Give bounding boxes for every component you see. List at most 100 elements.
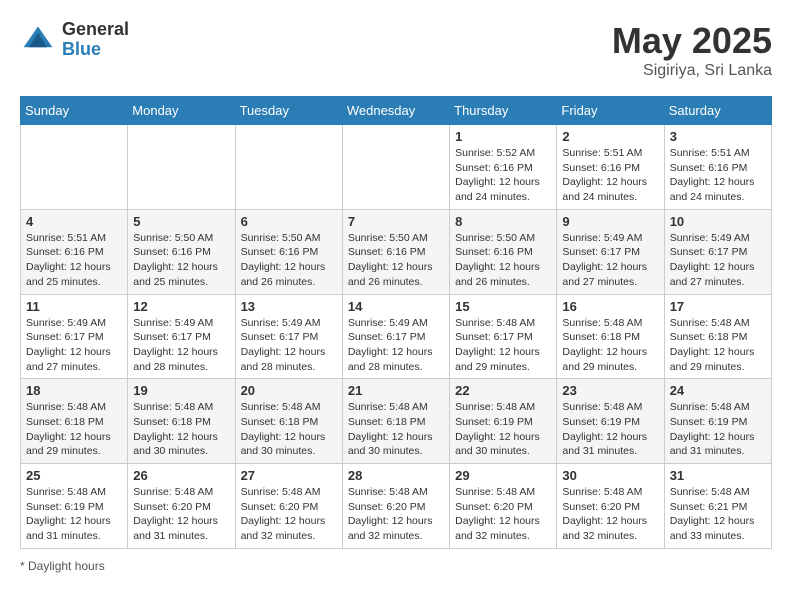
day-info: Sunrise: 5:49 AM Sunset: 6:17 PM Dayligh… (670, 231, 766, 290)
day-number: 15 (455, 299, 551, 314)
calendar-cell: 5 Sunrise: 5:50 AM Sunset: 6:16 PM Daylig… (128, 209, 235, 294)
day-number: 6 (241, 214, 337, 229)
calendar-cell: 16 Sunrise: 5:48 AM Sunset: 6:18 PM Dayli… (557, 294, 664, 379)
day-number: 17 (670, 299, 766, 314)
day-number: 12 (133, 299, 229, 314)
day-number: 2 (562, 129, 658, 144)
logo-general-text: General (62, 20, 129, 40)
calendar-cell (21, 125, 128, 210)
day-info: Sunrise: 5:48 AM Sunset: 6:18 PM Dayligh… (241, 400, 337, 459)
calendar-cell: 14Sunrise: 5:49 AM Sunset: 6:17 PM Dayli… (342, 294, 449, 379)
week-row-2: 11 Sunrise: 5:49 AM Sunset: 6:17 PM Dayli… (21, 294, 772, 379)
day-info: Sunrise: 5:48 AM Sunset: 6:18 PM Dayligh… (133, 400, 229, 459)
day-headers-row: SundayMondayTuesdayWednesdayThursdayFrid… (21, 97, 772, 125)
day-number: 20 (241, 383, 337, 398)
day-number: 3 (670, 129, 766, 144)
day-number: 18 (26, 383, 122, 398)
calendar-cell: 29Sunrise: 5:48 AM Sunset: 6:20 PM Dayli… (450, 464, 557, 549)
day-number: 16 (562, 299, 658, 314)
day-info: Sunrise: 5:48 AM Sunset: 6:17 PM Dayligh… (455, 316, 551, 375)
logo-icon (20, 22, 56, 58)
calendar-cell (128, 125, 235, 210)
day-info: Sunrise: 5:48 AM Sunset: 6:19 PM Dayligh… (455, 400, 551, 459)
day-number: 4 (26, 214, 122, 229)
calendar-cell: 17 Sunrise: 5:48 AM Sunset: 6:18 PM Dayli… (664, 294, 771, 379)
month-title: May 2025 (612, 20, 772, 62)
day-header-sunday: Sunday (21, 97, 128, 125)
day-number: 31 (670, 468, 766, 483)
day-number: 30 (562, 468, 658, 483)
calendar-cell: 22 Sunrise: 5:48 AM Sunset: 6:19 PM Dayli… (450, 379, 557, 464)
calendar-cell: 6 Sunrise: 5:50 AM Sunset: 6:16 PM Daylig… (235, 209, 342, 294)
calendar-cell: 10 Sunrise: 5:49 AM Sunset: 6:17 PM Dayli… (664, 209, 771, 294)
day-info: Sunrise: 5:49 AM Sunset: 6:17 PM Dayligh… (133, 316, 229, 375)
calendar-cell: 27Sunrise: 5:48 AM Sunset: 6:20 PM Dayli… (235, 464, 342, 549)
day-header-friday: Friday (557, 97, 664, 125)
day-info: Sunrise: 5:49 AM Sunset: 6:17 PM Dayligh… (26, 316, 122, 375)
week-row-0: 1Sunrise: 5:52 AM Sunset: 6:16 PM Daylig… (21, 125, 772, 210)
week-row-1: 4 Sunrise: 5:51 AM Sunset: 6:16 PM Daylig… (21, 209, 772, 294)
calendar-cell: 25 Sunrise: 5:48 AM Sunset: 6:19 PM Dayli… (21, 464, 128, 549)
day-number: 10 (670, 214, 766, 229)
calendar-cell (235, 125, 342, 210)
calendar-cell: 3 Sunrise: 5:51 AM Sunset: 6:16 PM Daylig… (664, 125, 771, 210)
day-number: 9 (562, 214, 658, 229)
calendar-cell: 26Sunrise: 5:48 AM Sunset: 6:20 PM Dayli… (128, 464, 235, 549)
day-number: 1 (455, 129, 551, 144)
day-number: 21 (348, 383, 444, 398)
day-number: 22 (455, 383, 551, 398)
daylight-hours-label: Daylight hours (28, 559, 105, 573)
week-row-4: 25 Sunrise: 5:48 AM Sunset: 6:19 PM Dayli… (21, 464, 772, 549)
day-number: 11 (26, 299, 122, 314)
calendar-cell: 18 Sunrise: 5:48 AM Sunset: 6:18 PM Dayli… (21, 379, 128, 464)
calendar-cell: 28 Sunrise: 5:48 AM Sunset: 6:20 PM Dayli… (342, 464, 449, 549)
day-number: 25 (26, 468, 122, 483)
calendar-cell: 13 Sunrise: 5:49 AM Sunset: 6:17 PM Dayli… (235, 294, 342, 379)
day-number: 19 (133, 383, 229, 398)
calendar-cell: 15 Sunrise: 5:48 AM Sunset: 6:17 PM Dayli… (450, 294, 557, 379)
day-info: Sunrise: 5:48 AM Sunset: 6:19 PM Dayligh… (26, 485, 122, 544)
day-info: Sunrise: 5:48 AM Sunset: 6:20 PM Dayligh… (241, 485, 337, 544)
calendar-cell: 12 Sunrise: 5:49 AM Sunset: 6:17 PM Dayli… (128, 294, 235, 379)
day-info: Sunrise: 5:48 AM Sunset: 6:19 PM Dayligh… (670, 400, 766, 459)
day-number: 23 (562, 383, 658, 398)
location-title: Sigiriya, Sri Lanka (612, 62, 772, 80)
calendar-cell: 7Sunrise: 5:50 AM Sunset: 6:16 PM Daylig… (342, 209, 449, 294)
calendar-cell: 21 Sunrise: 5:48 AM Sunset: 6:18 PM Dayli… (342, 379, 449, 464)
logo-blue-text: Blue (62, 40, 129, 60)
day-info: Sunrise: 5:48 AM Sunset: 6:18 PM Dayligh… (562, 316, 658, 375)
day-info: Sunrise: 5:48 AM Sunset: 6:18 PM Dayligh… (670, 316, 766, 375)
day-number: 28 (348, 468, 444, 483)
day-info: Sunrise: 5:48 AM Sunset: 6:20 PM Dayligh… (562, 485, 658, 544)
day-info: Sunrise: 5:50 AM Sunset: 6:16 PM Dayligh… (241, 231, 337, 290)
day-number: 14 (348, 299, 444, 314)
day-number: 13 (241, 299, 337, 314)
title-block: May 2025 Sigiriya, Sri Lanka (612, 20, 772, 80)
calendar-cell: 19 Sunrise: 5:48 AM Sunset: 6:18 PM Dayli… (128, 379, 235, 464)
page-header: General Blue May 2025 Sigiriya, Sri Lank… (20, 20, 772, 80)
calendar-cell: 4 Sunrise: 5:51 AM Sunset: 6:16 PM Daylig… (21, 209, 128, 294)
calendar-cell: 9Sunrise: 5:49 AM Sunset: 6:17 PM Daylig… (557, 209, 664, 294)
day-header-wednesday: Wednesday (342, 97, 449, 125)
day-info: Sunrise: 5:51 AM Sunset: 6:16 PM Dayligh… (670, 146, 766, 205)
calendar-cell: 30 Sunrise: 5:48 AM Sunset: 6:20 PM Dayli… (557, 464, 664, 549)
day-info: Sunrise: 5:51 AM Sunset: 6:16 PM Dayligh… (26, 231, 122, 290)
day-info: Sunrise: 5:48 AM Sunset: 6:19 PM Dayligh… (562, 400, 658, 459)
day-info: Sunrise: 5:49 AM Sunset: 6:17 PM Dayligh… (241, 316, 337, 375)
day-info: Sunrise: 5:48 AM Sunset: 6:18 PM Dayligh… (348, 400, 444, 459)
day-info: Sunrise: 5:50 AM Sunset: 6:16 PM Dayligh… (455, 231, 551, 290)
day-info: Sunrise: 5:51 AM Sunset: 6:16 PM Dayligh… (562, 146, 658, 205)
day-number: 5 (133, 214, 229, 229)
day-header-tuesday: Tuesday (235, 97, 342, 125)
day-info: Sunrise: 5:48 AM Sunset: 6:18 PM Dayligh… (26, 400, 122, 459)
day-number: 8 (455, 214, 551, 229)
calendar-cell: 8 Sunrise: 5:50 AM Sunset: 6:16 PM Daylig… (450, 209, 557, 294)
day-header-saturday: Saturday (664, 97, 771, 125)
calendar-cell: 23 Sunrise: 5:48 AM Sunset: 6:19 PM Dayli… (557, 379, 664, 464)
calendar-cell: 11 Sunrise: 5:49 AM Sunset: 6:17 PM Dayli… (21, 294, 128, 379)
day-info: Sunrise: 5:50 AM Sunset: 6:16 PM Dayligh… (348, 231, 444, 290)
calendar-cell: 24Sunrise: 5:48 AM Sunset: 6:19 PM Dayli… (664, 379, 771, 464)
day-info: Sunrise: 5:48 AM Sunset: 6:20 PM Dayligh… (348, 485, 444, 544)
day-info: Sunrise: 5:48 AM Sunset: 6:21 PM Dayligh… (670, 485, 766, 544)
day-info: Sunrise: 5:50 AM Sunset: 6:16 PM Dayligh… (133, 231, 229, 290)
